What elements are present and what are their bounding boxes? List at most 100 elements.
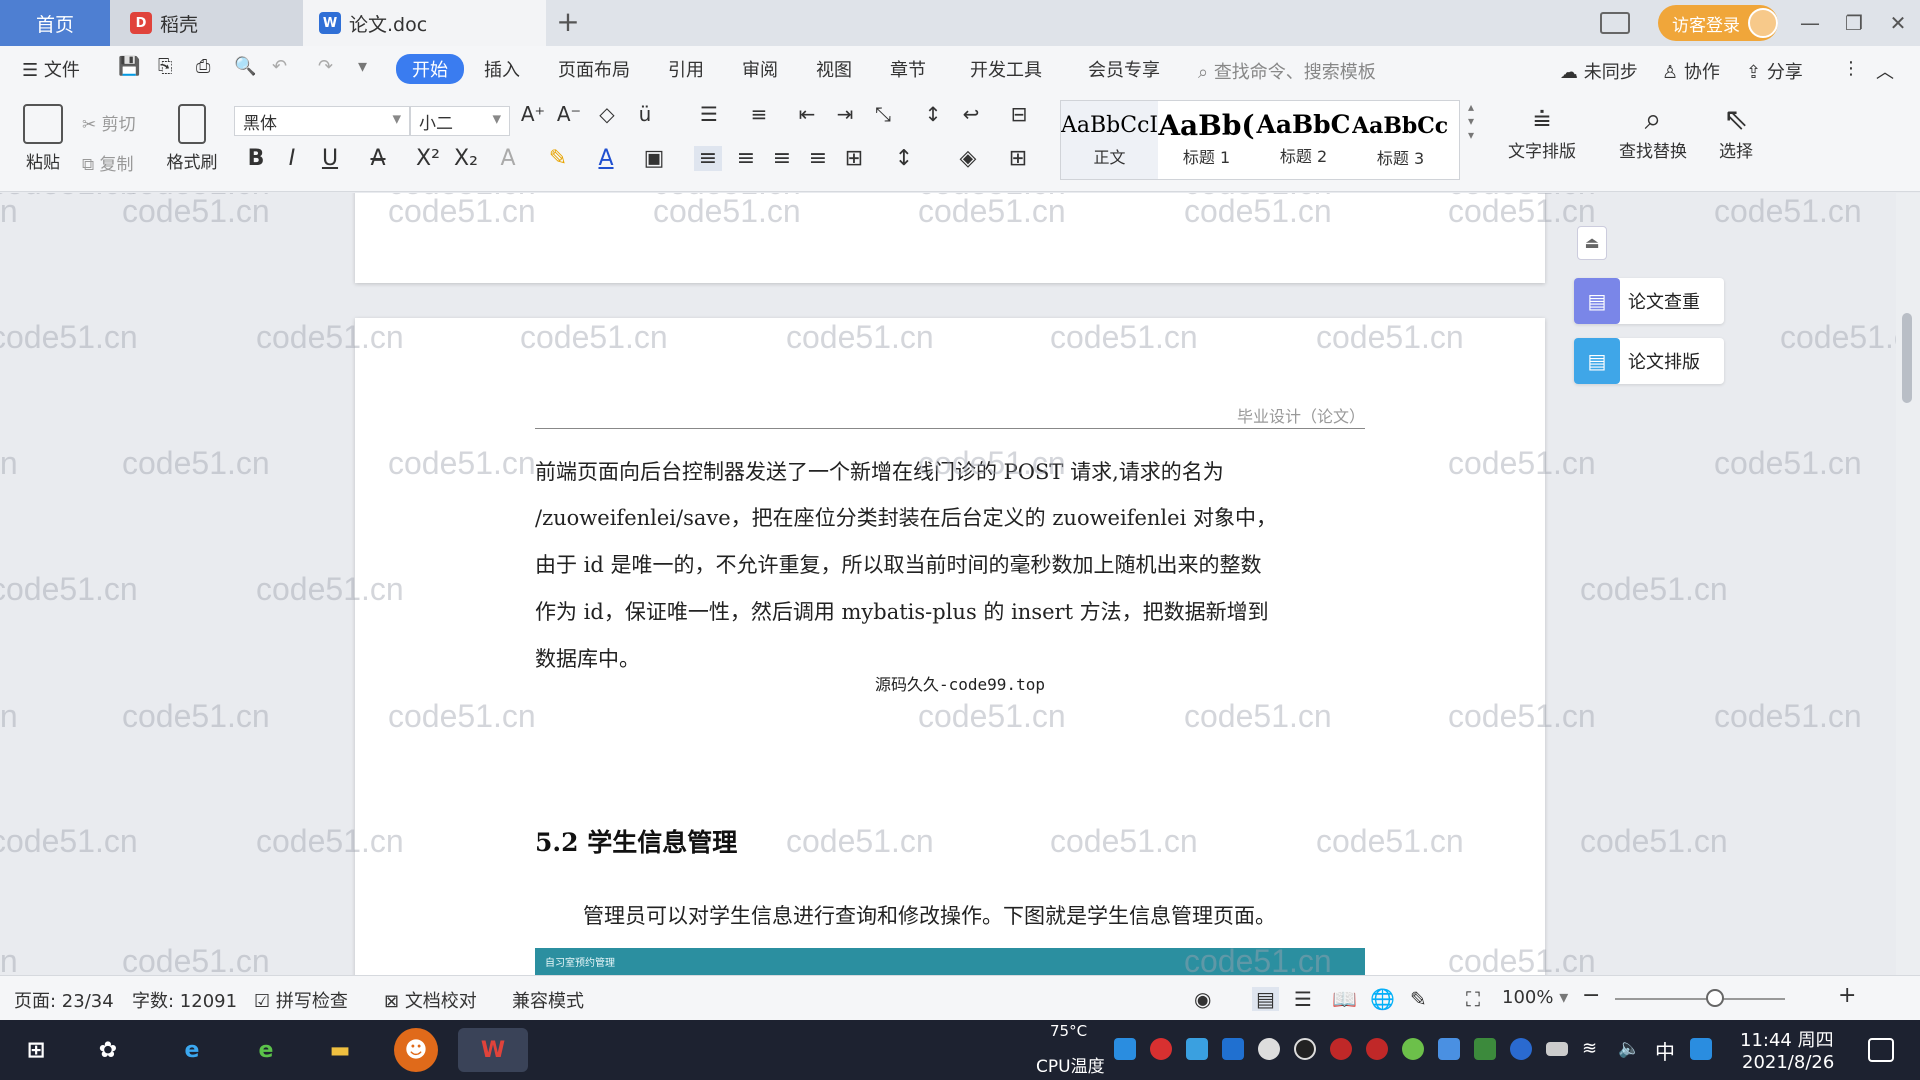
- fit-page-icon[interactable]: ⛶: [1466, 987, 1480, 1011]
- align-right-icon[interactable]: ≡: [768, 146, 796, 171]
- show-marks-icon[interactable]: ↩: [956, 102, 986, 126]
- text-direction-icon[interactable]: ⤡: [868, 102, 898, 126]
- page-indicator[interactable]: 页面: 23/34: [14, 987, 114, 1013]
- tray-app-icon[interactable]: [1150, 1038, 1172, 1060]
- shrink-font-icon[interactable]: A⁻: [554, 102, 584, 126]
- zoom-out-icon[interactable]: −: [1582, 983, 1600, 1008]
- zoom-select[interactable]: 100% ▾: [1502, 987, 1568, 1008]
- undo-icon[interactable]: ↶: [272, 56, 287, 77]
- wifi-icon[interactable]: ≋: [1582, 1038, 1604, 1060]
- action-center-icon[interactable]: [1868, 1038, 1894, 1062]
- file-explorer-icon[interactable]: ▬: [318, 1028, 362, 1072]
- menu-tab-developer[interactable]: 开发工具: [970, 56, 1042, 82]
- browser-360-icon[interactable]: e: [244, 1028, 288, 1072]
- save-icon[interactable]: 💾: [118, 56, 140, 77]
- outline-view-icon[interactable]: ☰: [1294, 987, 1312, 1011]
- distribute-icon[interactable]: ⊞: [840, 146, 868, 171]
- proofread-button[interactable]: ⊠ 文档校对: [384, 987, 477, 1013]
- thesis-format-button[interactable]: ▤ 论文排版: [1574, 338, 1724, 384]
- battery-icon[interactable]: [1546, 1042, 1568, 1056]
- shading-icon[interactable]: ◈: [954, 146, 982, 171]
- qq-icon[interactable]: [1294, 1038, 1316, 1060]
- internet-explorer-icon[interactable]: e: [170, 1028, 214, 1072]
- write-mode-icon[interactable]: ✎: [1410, 987, 1427, 1011]
- windows-start-icon[interactable]: ⊞: [14, 1028, 58, 1072]
- increase-indent-icon[interactable]: ⇥: [830, 102, 860, 126]
- phonetic-icon[interactable]: ü: [630, 102, 660, 126]
- clock-time[interactable]: 11:44 周四: [1740, 1026, 1834, 1052]
- select-button[interactable]: ⇖ 选择: [1706, 102, 1766, 162]
- tray-app-icon[interactable]: [1438, 1038, 1460, 1060]
- text-effect-icon[interactable]: A: [494, 146, 522, 171]
- tray-app-icon[interactable]: [1366, 1038, 1388, 1060]
- align-left-icon[interactable]: ≡: [694, 146, 722, 171]
- borders-icon[interactable]: ⊞: [1004, 146, 1032, 171]
- subscript-icon[interactable]: X₂: [452, 146, 480, 171]
- tab-stops-icon[interactable]: ⊟: [1004, 102, 1034, 126]
- web-view-icon[interactable]: 🌐: [1370, 987, 1395, 1011]
- bullet-list-icon[interactable]: ☰: [694, 102, 724, 126]
- collapse-panel-button[interactable]: ⏏: [1577, 226, 1607, 260]
- file-menu[interactable]: ☰ 文件: [22, 56, 80, 82]
- eye-protection-icon[interactable]: ◉: [1194, 987, 1211, 1011]
- find-replace-button[interactable]: ⌕ 查找替换: [1608, 102, 1698, 162]
- tray-app-icon[interactable]: [1330, 1038, 1352, 1060]
- font-size-select[interactable]: 小二 ▾: [410, 106, 510, 136]
- cut-button[interactable]: ✂ 剪切: [82, 110, 136, 135]
- app-orange-icon[interactable]: ☻: [394, 1028, 438, 1072]
- tray-app-icon[interactable]: [1690, 1038, 1712, 1060]
- volume-icon[interactable]: 🔈: [1618, 1038, 1640, 1060]
- menu-tab-view[interactable]: 视图: [816, 56, 852, 82]
- decrease-indent-icon[interactable]: ⇤: [792, 102, 822, 126]
- visitor-login-button[interactable]: 访客登录: [1658, 5, 1778, 41]
- bold-icon[interactable]: B: [242, 146, 270, 171]
- reading-view-icon[interactable]: 📖: [1332, 987, 1357, 1011]
- word-count[interactable]: 字数: 12091: [132, 987, 237, 1013]
- tray-app-icon[interactable]: [1474, 1038, 1496, 1060]
- tab-home[interactable]: 首页: [0, 0, 110, 46]
- customize-dropdown-icon[interactable]: ▾: [358, 56, 367, 77]
- page-view-icon[interactable]: ▤: [1252, 987, 1279, 1011]
- style-heading-3[interactable]: AaBbCcl 标题 3: [1352, 101, 1449, 179]
- format-painter-button[interactable]: 格式刷: [162, 104, 222, 173]
- zoom-in-icon[interactable]: +: [1838, 983, 1856, 1008]
- new-tab-button[interactable]: +: [552, 6, 584, 38]
- tray-app-icon[interactable]: [1402, 1038, 1424, 1060]
- align-center-icon[interactable]: ≡: [732, 146, 760, 171]
- pinwheel-app-icon[interactable]: ✿: [86, 1028, 130, 1072]
- quick-action-icon[interactable]: ⎘: [158, 56, 172, 77]
- notification-bell-icon[interactable]: [1258, 1038, 1280, 1060]
- embedded-screenshot[interactable]: 自习室预约管理: [535, 948, 1365, 975]
- collaborate-button[interactable]: ♙ 协作: [1662, 58, 1720, 84]
- char-border-icon[interactable]: ▣: [640, 146, 668, 171]
- spell-check-button[interactable]: ☑ 拼写检查: [254, 987, 348, 1013]
- print-icon[interactable]: ⎙: [196, 56, 210, 77]
- style-heading-2[interactable]: AaBbC 标题 2: [1255, 101, 1352, 179]
- current-page[interactable]: 毕业设计（论文） 前端页面向后台控制器发送了一个新增在线门诊的 POST 请求,…: [355, 318, 1545, 975]
- grow-font-icon[interactable]: A⁺: [518, 102, 548, 126]
- line-spacing-icon[interactable]: ↕: [890, 146, 918, 171]
- highlight-icon[interactable]: ✎: [544, 146, 572, 171]
- layout-toggle-icon[interactable]: [1600, 12, 1630, 34]
- scrollbar-thumb[interactable]: [1902, 313, 1912, 403]
- thesis-check-button[interactable]: ▤ 论文查重: [1574, 278, 1724, 324]
- clock-date[interactable]: 2021/8/26: [1742, 1052, 1834, 1073]
- shield-icon[interactable]: [1222, 1038, 1244, 1060]
- justify-icon[interactable]: ≡: [804, 146, 832, 171]
- redo-icon[interactable]: ↷: [318, 56, 333, 77]
- menu-tab-insert[interactable]: 插入: [484, 56, 520, 82]
- font-color-icon[interactable]: A: [592, 146, 620, 171]
- numbered-list-icon[interactable]: ≡: [744, 102, 774, 126]
- tab-docer[interactable]: D 稻壳: [110, 0, 303, 46]
- section-heading[interactable]: 5.2 学生信息管理: [535, 823, 737, 859]
- text-layout-button[interactable]: ⩧ 文字排版: [1494, 102, 1590, 162]
- font-name-select[interactable]: 黑体 ▾: [234, 106, 410, 136]
- menu-tab-chapter[interactable]: 章节: [890, 56, 926, 82]
- wps-writer-icon[interactable]: W: [458, 1028, 528, 1072]
- bluetooth-icon[interactable]: [1510, 1038, 1532, 1060]
- print-preview-icon[interactable]: 🔍: [234, 56, 256, 77]
- input-method-indicator[interactable]: 中: [1655, 1036, 1675, 1065]
- superscript-icon[interactable]: X²: [414, 146, 442, 171]
- menu-tab-home[interactable]: 开始: [396, 54, 464, 84]
- tray-app-icon[interactable]: [1186, 1038, 1208, 1060]
